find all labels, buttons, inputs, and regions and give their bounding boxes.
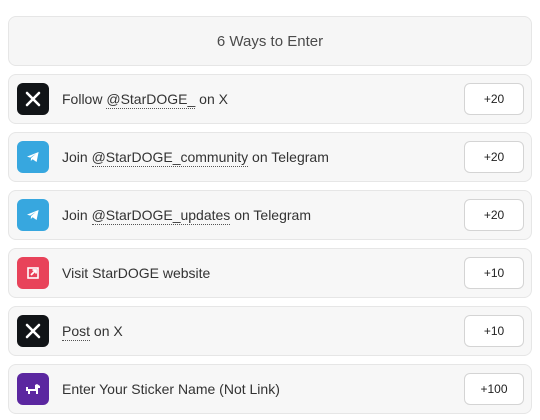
points-button[interactable]: +100 <box>464 373 524 405</box>
entry-join-telegram-community[interactable]: Join @StarDOGE_community on Telegram +20 <box>8 132 532 182</box>
entry-sticker-name[interactable]: Enter Your Sticker Name (Not Link) +100 <box>8 364 532 414</box>
points-button[interactable]: +20 <box>464 141 524 173</box>
header-title: 6 Ways to Enter <box>216 32 324 50</box>
entry-visit-website[interactable]: Visit StarDOGE website +10 <box>8 248 532 298</box>
points-button[interactable]: +10 <box>464 315 524 347</box>
entry-label: Follow @StarDOGE_ on X <box>62 91 228 109</box>
entry-handle-link[interactable]: @StarDOGE_updates <box>91 207 231 225</box>
x-logo-icon <box>17 83 49 115</box>
entry-label: Post on X <box>62 323 123 341</box>
entry-handle-link[interactable]: @StarDOGE_community <box>91 149 249 167</box>
entry-label: Join @StarDOGE_updates on Telegram <box>62 207 311 225</box>
telegram-icon <box>17 141 49 173</box>
points-button[interactable]: +20 <box>464 199 524 231</box>
entry-label: Visit StarDOGE website <box>62 265 211 281</box>
entry-methods-panel: 6 Ways to Enter Follow @StarDOGE_ on X +… <box>0 0 540 414</box>
entry-label: Join @StarDOGE_community on Telegram <box>62 149 329 167</box>
x-logo-icon <box>17 315 49 347</box>
entry-post-link[interactable]: Post <box>62 323 91 341</box>
entry-handle-link[interactable]: @StarDOGE_ <box>106 91 196 109</box>
entry-post-x[interactable]: Post on X +10 <box>8 306 532 356</box>
entry-methods-header: 6 Ways to Enter <box>8 16 532 66</box>
telegram-icon <box>17 199 49 231</box>
entry-join-telegram-updates[interactable]: Join @StarDOGE_updates on Telegram +20 <box>8 190 532 240</box>
points-button[interactable]: +20 <box>464 83 524 115</box>
dog-icon <box>17 373 49 405</box>
entry-follow-x[interactable]: Follow @StarDOGE_ on X +20 <box>8 74 532 124</box>
external-link-icon <box>17 257 49 289</box>
entry-label: Enter Your Sticker Name (Not Link) <box>62 381 280 397</box>
points-button[interactable]: +10 <box>464 257 524 289</box>
